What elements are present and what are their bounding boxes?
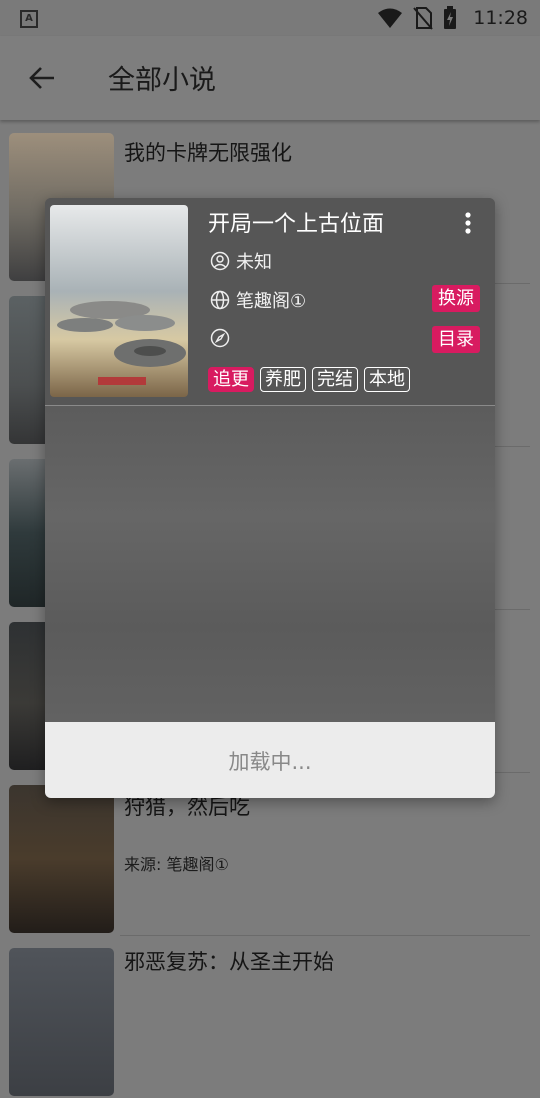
loading-text: 加载中... <box>228 750 312 774</box>
book-cover <box>9 948 114 1096</box>
author-name: 未知 <box>236 252 272 273</box>
change-source-button[interactable]: 换源 <box>432 285 480 312</box>
person-icon <box>210 251 230 271</box>
tag-fattening[interactable]: 养肥 <box>260 367 306 392</box>
book-intro-area <box>45 406 495 722</box>
tag-following[interactable]: 追更 <box>208 367 254 392</box>
book-cover <box>50 205 188 397</box>
group-tags: 追更 养肥 完结 本地 <box>208 367 410 392</box>
toc-button[interactable]: 目录 <box>432 326 480 353</box>
tag-local[interactable]: 本地 <box>364 367 410 392</box>
source-row: 笔趣阁① <box>210 287 306 313</box>
compass-icon <box>210 328 230 348</box>
dialog-book-title: 开局一个上古位面 <box>208 212 385 237</box>
globe-icon <box>210 290 230 310</box>
dialog-header: 开局一个上古位面 未知 笔趣阁① 换源 目录 追更 养肥 完结 本地 <box>45 198 495 405</box>
more-vert-icon[interactable] <box>465 211 471 235</box>
dialog-footer: 加载中... <box>45 722 495 798</box>
tag-completed[interactable]: 完结 <box>312 367 358 392</box>
origin-row <box>210 328 230 348</box>
source-name: 笔趣阁① <box>236 291 307 312</box>
author-row: 未知 <box>210 248 272 274</box>
book-info-dialog: 开局一个上古位面 未知 笔趣阁① 换源 目录 追更 养肥 完结 本地 加载中..… <box>45 198 495 798</box>
list-item[interactable]: 邪恶复苏：从圣主开始 <box>0 936 540 1098</box>
